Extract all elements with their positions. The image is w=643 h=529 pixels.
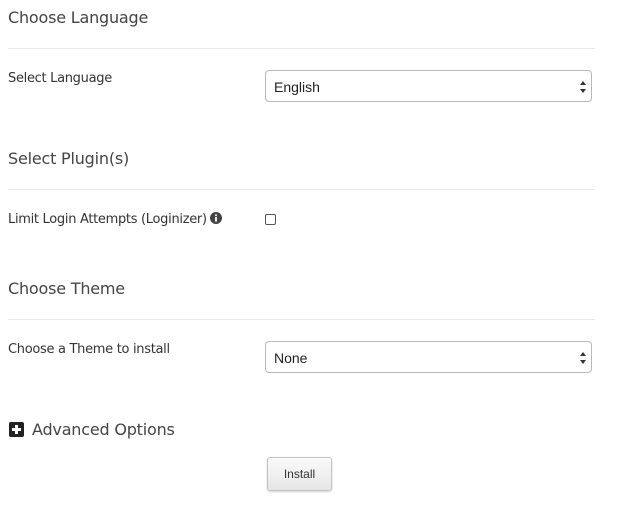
select-language-label: Select Language	[8, 71, 112, 86]
choose-language-heading: Choose Language	[8, 8, 149, 27]
divider	[8, 189, 595, 190]
select-arrows-icon	[580, 352, 586, 364]
language-select-value: English	[274, 79, 320, 95]
theme-select-value: None	[274, 350, 308, 366]
choose-theme-label: Choose a Theme to install	[8, 342, 170, 357]
advanced-options-label: Advanced Options	[32, 419, 175, 439]
theme-select[interactable]: None	[265, 341, 592, 373]
select-arrows-icon	[580, 81, 586, 93]
plus-square-icon	[9, 421, 24, 437]
advanced-options-toggle[interactable]: Advanced Options	[9, 419, 175, 439]
loginizer-checkbox[interactable]	[265, 214, 276, 225]
divider	[8, 48, 595, 49]
language-select[interactable]: English	[265, 70, 592, 102]
choose-theme-heading: Choose Theme	[8, 279, 125, 298]
install-button[interactable]: Install	[267, 457, 332, 491]
divider	[8, 319, 595, 320]
info-icon[interactable]	[209, 212, 222, 224]
select-plugins-heading: Select Plugin(s)	[8, 149, 130, 168]
plugin-row-label: Limit Login Attempts (Loginizer)	[8, 212, 222, 227]
plugin-label: Limit Login Attempts (Loginizer)	[8, 212, 207, 227]
